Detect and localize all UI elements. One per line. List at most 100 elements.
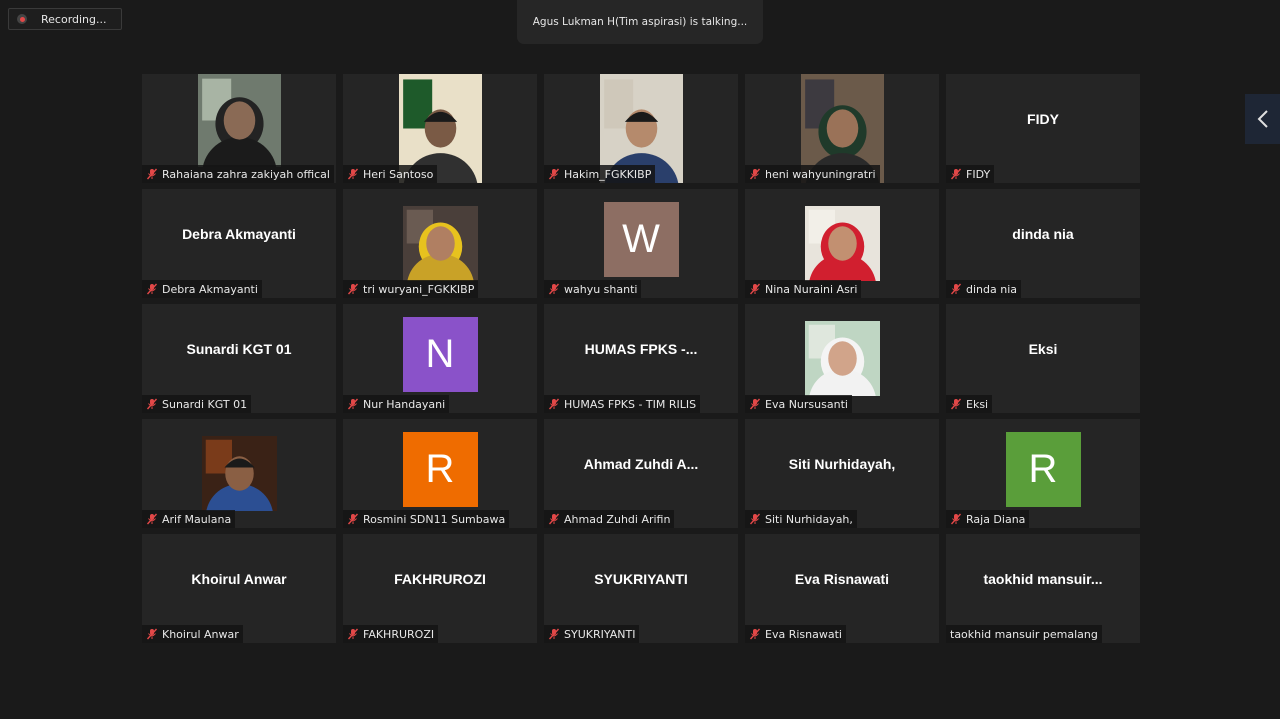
participant-name-label: FIDY [946,165,995,183]
participant-name-label: Ahmad Zuhdi Arifin [544,510,675,528]
participant-name: FIDY [966,167,991,181]
participant-tile[interactable]: HUMAS FPKS -... HUMAS FPKS - TIM RILIS [544,304,738,413]
side-panel-toggle[interactable] [1245,94,1280,144]
mic-muted-icon [146,513,158,525]
record-icon [17,14,27,24]
participant-tile[interactable]: FAKHRUROZI FAKHRUROZI [343,534,537,643]
participant-name: Rosmini SDN11 Sumbawa [363,512,506,526]
participant-tile[interactable]: SYUKRIYANTI SYUKRIYANTI [544,534,738,643]
mic-muted-icon [749,513,761,525]
participant-tile[interactable]: Eva Risnawati Eva Risnawati [745,534,939,643]
participant-display-name: FIDY [1027,110,1059,127]
participant-display-name: Siti Nurhidayah, [788,455,896,472]
participant-name: Siti Nurhidayah, [765,512,853,526]
participant-video [804,206,880,281]
participant-name: Rahaiana zahra zakiyah offical [162,167,330,181]
participant-video [804,321,880,396]
mic-muted-icon [749,398,761,410]
participant-name: Eva Risnawati [765,627,842,641]
mic-muted-icon [347,513,359,525]
mic-muted-icon [950,168,962,180]
participant-tile[interactable]: taokhid mansuir... taokhid mansuir pemala… [946,534,1140,643]
participant-tile[interactable]: Khoirul Anwar Khoirul Anwar [142,534,336,643]
participant-name-label: Heri Santoso [343,165,438,183]
participant-name: Khoirul Anwar [162,627,239,641]
recording-label: Recording... [41,12,107,26]
participant-tile[interactable]: dinda nia dinda nia [946,189,1140,298]
participant-tile[interactable]: Sunardi KGT 01 Sunardi KGT 01 [142,304,336,413]
participant-name-label: Khoirul Anwar [142,625,243,643]
participant-name: SYUKRIYANTI [564,627,636,641]
participant-tile[interactable]: Ahmad Zuhdi A... Ahmad Zuhdi Arifin [544,419,738,528]
mic-muted-icon [146,398,158,410]
participant-display-name: HUMAS FPKS -... [584,340,698,357]
mic-muted-icon [548,398,560,410]
participant-tile[interactable]: Nina Nuraini Asri [745,189,939,298]
mic-muted-icon [749,283,761,295]
participant-grid: Rahaiana zahra zakiyah offical Heri Santo… [142,74,1140,643]
participant-tile[interactable]: Eva Nursusanti [745,304,939,413]
mic-muted-icon [749,168,761,180]
participant-tile[interactable]: Arif Maulana [142,419,336,528]
participant-tile[interactable]: Siti Nurhidayah, Siti Nurhidayah, [745,419,939,528]
participant-name: taokhid mansuir pemalang [950,627,1098,641]
participant-name-label: Rosmini SDN11 Sumbawa [343,510,510,528]
participant-avatar: N [402,317,478,392]
participant-name-label: dinda nia [946,280,1021,298]
participant-display-name: FAKHRUROZI [394,570,486,587]
mic-muted-icon [347,168,359,180]
mic-muted-icon [347,398,359,410]
mic-muted-icon [548,628,560,640]
mic-muted-icon [548,283,560,295]
participant-video [402,206,478,281]
participant-display-name: Eva Risnawati [794,570,890,587]
participant-tile[interactable]: tri wuryani_FGKKIBP [343,189,537,298]
participant-name-label: heni wahyuningratri [745,165,880,183]
participant-name: Arif Maulana [162,512,232,526]
active-speaker-text: Agus Lukman H(Tim aspirasi) is talking..… [532,16,748,28]
mic-muted-icon [347,628,359,640]
participant-avatar: R [1005,432,1081,507]
participant-tile[interactable]: Wwahyu shanti [544,189,738,298]
participant-name-label: Debra Akmayanti [142,280,262,298]
mic-muted-icon [146,168,158,180]
participant-tile[interactable]: Rahaiana zahra zakiyah offical [142,74,336,183]
participant-name: Eva Nursusanti [765,397,848,411]
participant-display-name: Debra Akmayanti [182,225,296,242]
participant-tile[interactable]: FIDY FIDY [946,74,1140,183]
participant-name: Raja Diana [966,512,1026,526]
participant-tile[interactable]: Debra Akmayanti Debra Akmayanti [142,189,336,298]
mic-muted-icon [347,283,359,295]
mic-muted-icon [950,513,962,525]
participant-tile[interactable]: Heri Santoso [343,74,537,183]
recording-indicator[interactable]: Recording... [8,8,122,30]
participant-name: Ahmad Zuhdi Arifin [564,512,671,526]
participant-tile[interactable]: R Raja Diana [946,419,1140,528]
participant-name-label: Eva Nursusanti [745,395,852,413]
participant-name: tri wuryani_FGKKIBP [363,282,475,296]
participant-tile[interactable]: Eksi Eksi [946,304,1140,413]
participant-display-name: dinda nia [1012,225,1074,242]
mic-muted-icon [548,168,560,180]
participant-name-label: SYUKRIYANTI [544,625,640,643]
participant-name: Hakim_FGKKIBP [564,167,652,181]
participant-video [201,436,277,511]
participant-name-label: Arif Maulana [142,510,236,528]
participant-tile[interactable]: Hakim_FGKKIBP [544,74,738,183]
participant-name: heni wahyuningratri [765,167,876,181]
participant-name-label: Nina Nuraini Asri [745,280,862,298]
participant-name-label: tri wuryani_FGKKIBP [343,280,479,298]
participant-name-label: Sunardi KGT 01 [142,395,252,413]
participant-avatar: W [603,202,679,277]
participant-display-name: Eksi [1028,340,1058,357]
participant-display-name: taokhid mansuir... [983,570,1103,587]
participant-name: FAKHRUROZI [363,627,435,641]
participant-tile[interactable]: R Rosmini SDN11 Sumbawa [343,419,537,528]
participant-name: Nur Handayani [363,397,446,411]
participant-name-label: Eksi [946,395,993,413]
active-speaker-banner: Agus Lukman H(Tim aspirasi) is talking..… [517,0,763,44]
participant-tile[interactable]: heni wahyuningratri [745,74,939,183]
participant-name-label: FAKHRUROZI [343,625,439,643]
participant-name-label: HUMAS FPKS - TIM RILIS [544,395,701,413]
participant-tile[interactable]: N Nur Handayani [343,304,537,413]
